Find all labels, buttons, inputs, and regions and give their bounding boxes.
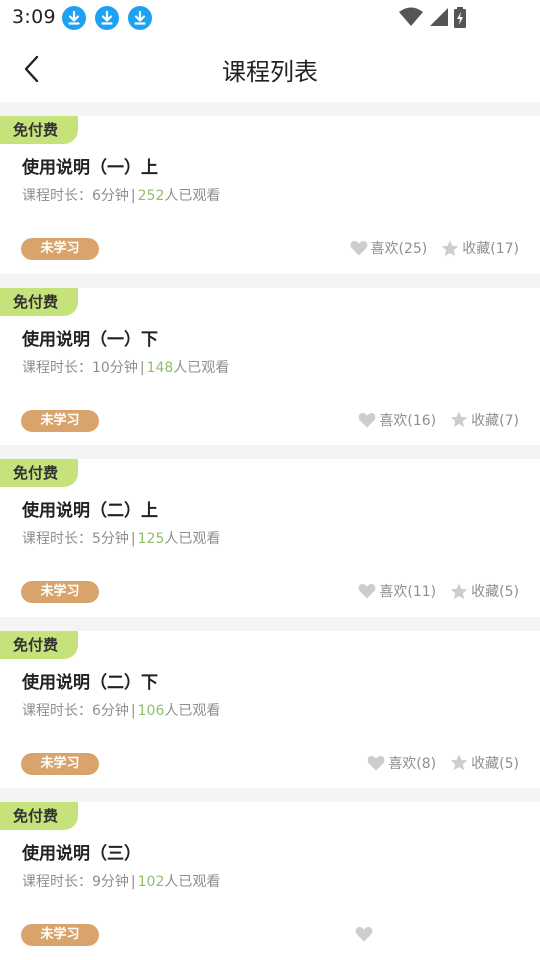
course-title: 使用说明（二）上: [22, 501, 158, 521]
battery-charging-icon: [454, 7, 466, 28]
study-status-badge: 未学习: [21, 924, 99, 946]
favorite-button[interactable]: 收藏(17): [441, 238, 519, 258]
course-actions: 喜欢(25) 收藏(17): [350, 237, 519, 259]
wifi-icon: [399, 7, 423, 26]
star-icon: [450, 411, 468, 428]
course-meta: 课程时长：6分钟 | 252人已观看: [22, 185, 220, 205]
meta-separator: |: [130, 531, 136, 547]
course-card[interactable]: 免付费 使用说明（一）下 课程时长：10分钟 | 148人已观看 未学习 喜欢(16…: [0, 273, 540, 445]
view-count-suffix: 人已观看: [173, 359, 230, 376]
course-card[interactable]: 免付费 使用说明（二）上 课程时长：5分钟 | 125人已观看 未学习 喜欢(11)…: [0, 445, 540, 617]
meta-separator: |: [130, 702, 136, 719]
course-card[interactable]: 免付费 使用说明（二）下 课程时长：6分钟 | 106人已观看 未学习 喜欢(8) …: [0, 616, 540, 788]
like-count: 喜欢(8): [388, 755, 437, 772]
course-title: 使用说明（二）下: [22, 672, 158, 693]
duration-value: 6分钟: [92, 188, 129, 204]
duration-label: 课程时长：: [22, 874, 92, 890]
course-actions: [355, 923, 376, 945]
free-badge: 免付费: [0, 802, 78, 830]
favorite-count: 收藏(5): [471, 584, 519, 600]
heart-icon: [359, 584, 376, 599]
course-list: 免付费 使用说明（一）上 课程时长：6分钟 | 252人已观看 未学习 喜欢(25)…: [0, 102, 540, 960]
status-bar: 3:09: [0, 0, 540, 36]
meta-separator: |: [130, 188, 136, 204]
view-count-suffix: 人已观看: [164, 874, 221, 890]
duration-label: 课程时长：: [22, 359, 92, 376]
view-count: 106: [137, 702, 165, 719]
like-count: 喜欢(25): [370, 241, 428, 257]
download-notification-icon: [95, 6, 119, 30]
status-time: 3:09: [12, 6, 56, 28]
view-count: 148: [146, 359, 174, 376]
heart-icon: [350, 241, 367, 256]
study-status-badge: 未学习: [21, 409, 99, 432]
view-count-suffix: 人已观看: [164, 531, 221, 547]
duration-value: 10分钟: [92, 359, 138, 376]
duration-label: 课程时长：: [22, 531, 92, 547]
study-status-badge: 未学习: [21, 752, 99, 775]
like-button[interactable]: 喜欢(11): [358, 581, 436, 601]
view-count-suffix: 人已观看: [164, 188, 221, 204]
like-button[interactable]: [355, 926, 376, 942]
heart-icon: [359, 412, 376, 427]
favorite-button[interactable]: 收藏(5): [450, 581, 519, 601]
course-card[interactable]: 免付费 使用说明（三） 课程时长：9分钟 | 102人已观看 未学习: [0, 788, 540, 960]
free-badge: 免付费: [0, 287, 78, 316]
like-button[interactable]: 喜欢(16): [358, 410, 436, 430]
course-meta: 课程时长：5分钟 | 125人已观看: [22, 528, 220, 548]
favorite-button[interactable]: 收藏(5): [450, 753, 519, 773]
course-meta: 课程时长：9分钟 | 102人已观看: [22, 871, 220, 891]
duration-value: 5分钟: [92, 531, 129, 547]
like-button[interactable]: 喜欢(25): [350, 238, 428, 258]
free-badge: 免付费: [0, 459, 78, 487]
course-title: 使用说明（一）上: [22, 158, 158, 178]
star-icon: [441, 240, 459, 256]
heart-icon: [367, 755, 385, 770]
like-count: 喜欢(11): [379, 584, 437, 600]
meta-separator: |: [130, 874, 136, 890]
app-header: 课程列表: [0, 36, 540, 102]
like-count: 喜欢(16): [379, 412, 437, 429]
star-icon: [450, 754, 468, 771]
favorite-count: 收藏(17): [462, 241, 519, 257]
favorite-count: 收藏(5): [471, 755, 519, 772]
page-title: 课程列表: [222, 58, 318, 86]
course-actions: 喜欢(16) 收藏(7): [358, 409, 519, 431]
view-count-suffix: 人已观看: [164, 702, 221, 719]
course-card[interactable]: 免付费 使用说明（一）上 课程时长：6分钟 | 252人已观看 未学习 喜欢(25)…: [0, 102, 540, 274]
course-meta: 课程时长：10分钟 | 148人已观看: [22, 357, 229, 377]
meta-separator: |: [139, 359, 145, 376]
free-badge: 免付费: [0, 116, 78, 144]
course-meta: 课程时长：6分钟 | 106人已观看: [22, 700, 220, 720]
study-status-badge: 未学习: [21, 581, 99, 603]
favorite-button[interactable]: 收藏(7): [450, 410, 519, 430]
course-title: 使用说明（三）: [22, 844, 141, 864]
course-title: 使用说明（一）下: [22, 329, 158, 350]
duration-value: 6分钟: [92, 702, 129, 719]
course-actions: 喜欢(11) 收藏(5): [358, 580, 519, 602]
duration-label: 课程时长：: [22, 188, 92, 204]
star-icon: [450, 583, 468, 599]
view-count: 125: [137, 531, 165, 547]
duration-label: 课程时长：: [22, 702, 92, 719]
cellular-signal-icon: [430, 8, 448, 26]
duration-value: 9分钟: [92, 874, 129, 890]
study-status-badge: 未学习: [21, 238, 99, 260]
download-notification-icon: [128, 6, 152, 30]
download-notification-icon: [62, 6, 86, 30]
view-count: 102: [137, 874, 165, 890]
like-button[interactable]: 喜欢(8): [367, 753, 436, 773]
view-count: 252: [137, 188, 165, 204]
favorite-count: 收藏(7): [471, 412, 519, 429]
course-actions: 喜欢(8) 收藏(5): [367, 752, 519, 774]
free-badge: 免付费: [0, 630, 78, 659]
heart-icon: [355, 927, 373, 942]
